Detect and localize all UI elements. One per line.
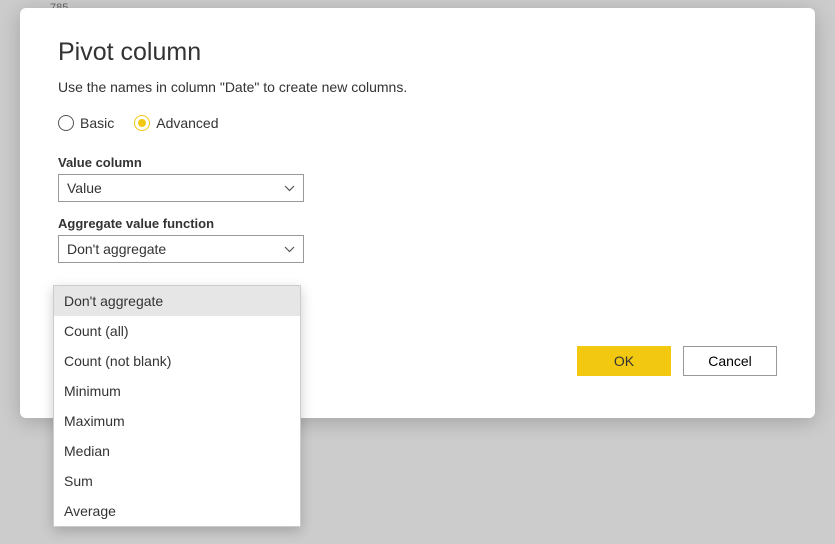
value-column-select[interactable]: Value: [58, 174, 304, 202]
chevron-down-icon: [284, 181, 295, 195]
dropdown-item[interactable]: Count (all): [54, 316, 300, 346]
dropdown-item[interactable]: Average: [54, 496, 300, 526]
aggregate-dropdown: Don't aggregateCount (all)Count (not bla…: [53, 285, 301, 527]
cancel-button[interactable]: Cancel: [683, 346, 777, 376]
dropdown-item[interactable]: Count (not blank): [54, 346, 300, 376]
radio-icon-unselected: [58, 115, 74, 131]
radio-advanced[interactable]: Advanced: [134, 115, 218, 131]
aggregate-label: Aggregate value function: [58, 216, 777, 231]
dialog-subtitle: Use the names in column "Date" to create…: [58, 79, 777, 95]
dropdown-item[interactable]: Maximum: [54, 406, 300, 436]
aggregate-select[interactable]: Don't aggregate: [58, 235, 304, 263]
radio-basic-label: Basic: [80, 115, 114, 131]
radio-advanced-label: Advanced: [156, 115, 218, 131]
aggregate-selected: Don't aggregate: [67, 241, 166, 257]
aggregate-field: Aggregate value function Don't aggregate: [58, 216, 777, 263]
dropdown-item[interactable]: Minimum: [54, 376, 300, 406]
radio-icon-selected: [134, 115, 150, 131]
value-column-selected: Value: [67, 180, 102, 196]
mode-radio-group: Basic Advanced: [58, 115, 777, 131]
value-column-label: Value column: [58, 155, 777, 170]
radio-dot-icon: [138, 119, 146, 127]
dropdown-item[interactable]: Median: [54, 436, 300, 466]
dropdown-item[interactable]: Sum: [54, 466, 300, 496]
dropdown-item[interactable]: Don't aggregate: [54, 286, 300, 316]
ok-button[interactable]: OK: [577, 346, 671, 376]
chevron-down-icon: [284, 242, 295, 256]
value-column-field: Value column Value: [58, 155, 777, 202]
dialog-buttons: OK Cancel: [577, 346, 777, 376]
dialog-title: Pivot column: [58, 38, 777, 67]
radio-basic[interactable]: Basic: [58, 115, 114, 131]
